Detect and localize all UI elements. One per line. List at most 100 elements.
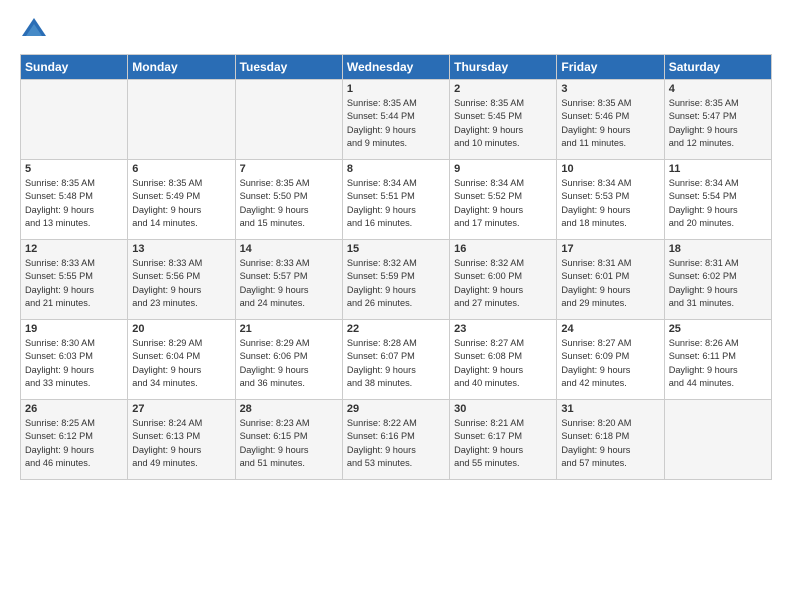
day-cell: 2 Sunrise: 8:35 AM Sunset: 5:45 PM Daylig…: [450, 80, 557, 160]
day-cell: 3 Sunrise: 8:35 AM Sunset: 5:46 PM Daylig…: [557, 80, 664, 160]
day-cell: 13Sunrise: 8:33 AM Sunset: 5:56 PM Dayli…: [128, 240, 235, 320]
week-row-2: 5Sunrise: 8:35 AM Sunset: 5:48 PM Daylig…: [21, 160, 772, 240]
day-info: Sunrise: 8:22 AM Sunset: 6:16 PM Dayligh…: [347, 417, 445, 470]
week-row-4: 19Sunrise: 8:30 AM Sunset: 6:03 PM Dayli…: [21, 320, 772, 400]
day-info: Sunrise: 8:35 AM Sunset: 5:50 PM Dayligh…: [240, 177, 338, 230]
day-number: 21: [240, 323, 338, 335]
day-number: 27: [132, 403, 230, 415]
day-number: 31: [561, 403, 659, 415]
day-cell: 22 Sunrise: 8:28 AM Sunset: 6:07 PM Dayli…: [342, 320, 449, 400]
day-info: Sunrise: 8:28 AM Sunset: 6:07 PM Dayligh…: [347, 337, 445, 390]
day-cell: 31Sunrise: 8:20 AM Sunset: 6:18 PM Dayli…: [557, 400, 664, 480]
day-number: 1: [347, 83, 445, 95]
day-info: Sunrise: 8:31 AM Sunset: 6:02 PM Dayligh…: [669, 257, 767, 310]
weekday-header-wednesday: Wednesday: [342, 55, 449, 80]
day-cell: 23 Sunrise: 8:27 AM Sunset: 6:08 PM Dayli…: [450, 320, 557, 400]
day-number: 12: [25, 243, 123, 255]
day-info: Sunrise: 8:34 AM Sunset: 5:51 PM Dayligh…: [347, 177, 445, 230]
day-number: 5: [25, 163, 123, 175]
day-number: 25: [669, 323, 767, 335]
week-row-3: 12Sunrise: 8:33 AM Sunset: 5:55 PM Dayli…: [21, 240, 772, 320]
day-cell: 9 Sunrise: 8:34 AM Sunset: 5:52 PM Daylig…: [450, 160, 557, 240]
day-info: Sunrise: 8:34 AM Sunset: 5:52 PM Dayligh…: [454, 177, 552, 230]
day-cell: 21 Sunrise: 8:29 AM Sunset: 6:06 PM Dayli…: [235, 320, 342, 400]
day-info: Sunrise: 8:26 AM Sunset: 6:11 PM Dayligh…: [669, 337, 767, 390]
day-cell: 27 Sunrise: 8:24 AM Sunset: 6:13 PM Dayli…: [128, 400, 235, 480]
day-info: Sunrise: 8:27 AM Sunset: 6:08 PM Dayligh…: [454, 337, 552, 390]
day-cell: 24 Sunrise: 8:27 AM Sunset: 6:09 PM Dayli…: [557, 320, 664, 400]
day-info: Sunrise: 8:33 AM Sunset: 5:57 PM Dayligh…: [240, 257, 338, 310]
day-cell: 12Sunrise: 8:33 AM Sunset: 5:55 PM Dayli…: [21, 240, 128, 320]
weekday-header-saturday: Saturday: [664, 55, 771, 80]
day-cell: 25 Sunrise: 8:26 AM Sunset: 6:11 PM Dayli…: [664, 320, 771, 400]
day-cell: 16 Sunrise: 8:32 AM Sunset: 6:00 PM Dayli…: [450, 240, 557, 320]
day-info: Sunrise: 8:21 AM Sunset: 6:17 PM Dayligh…: [454, 417, 552, 470]
day-number: 4: [669, 83, 767, 95]
day-cell: 19Sunrise: 8:30 AM Sunset: 6:03 PM Dayli…: [21, 320, 128, 400]
day-info: Sunrise: 8:34 AM Sunset: 5:53 PM Dayligh…: [561, 177, 659, 230]
day-cell: 14 Sunrise: 8:33 AM Sunset: 5:57 PM Dayli…: [235, 240, 342, 320]
day-number: 22: [347, 323, 445, 335]
day-info: Sunrise: 8:32 AM Sunset: 5:59 PM Dayligh…: [347, 257, 445, 310]
day-number: 11: [669, 163, 767, 175]
day-number: 14: [240, 243, 338, 255]
day-number: 28: [240, 403, 338, 415]
day-number: 3: [561, 83, 659, 95]
day-info: Sunrise: 8:35 AM Sunset: 5:46 PM Dayligh…: [561, 97, 659, 150]
day-info: Sunrise: 8:30 AM Sunset: 6:03 PM Dayligh…: [25, 337, 123, 390]
day-number: 23: [454, 323, 552, 335]
day-cell: 18 Sunrise: 8:31 AM Sunset: 6:02 PM Dayli…: [664, 240, 771, 320]
day-number: 29: [347, 403, 445, 415]
day-number: 7: [240, 163, 338, 175]
day-cell: 5Sunrise: 8:35 AM Sunset: 5:48 PM Daylig…: [21, 160, 128, 240]
day-number: 30: [454, 403, 552, 415]
day-info: Sunrise: 8:24 AM Sunset: 6:13 PM Dayligh…: [132, 417, 230, 470]
day-cell: 29 Sunrise: 8:22 AM Sunset: 6:16 PM Dayli…: [342, 400, 449, 480]
day-number: 18: [669, 243, 767, 255]
weekday-header-monday: Monday: [128, 55, 235, 80]
day-info: Sunrise: 8:29 AM Sunset: 6:06 PM Dayligh…: [240, 337, 338, 390]
day-number: 17: [561, 243, 659, 255]
day-info: Sunrise: 8:33 AM Sunset: 5:56 PM Dayligh…: [132, 257, 230, 310]
day-number: 6: [132, 163, 230, 175]
weekday-header-row: SundayMondayTuesdayWednesdayThursdayFrid…: [21, 55, 772, 80]
day-cell: 11Sunrise: 8:34 AM Sunset: 5:54 PM Dayli…: [664, 160, 771, 240]
day-cell: 8 Sunrise: 8:34 AM Sunset: 5:51 PM Daylig…: [342, 160, 449, 240]
day-number: 8: [347, 163, 445, 175]
day-cell: 15 Sunrise: 8:32 AM Sunset: 5:59 PM Dayli…: [342, 240, 449, 320]
day-number: 24: [561, 323, 659, 335]
week-row-1: 1 Sunrise: 8:35 AM Sunset: 5:44 PM Daylig…: [21, 80, 772, 160]
day-cell: [21, 80, 128, 160]
day-number: 9: [454, 163, 552, 175]
day-info: Sunrise: 8:35 AM Sunset: 5:49 PM Dayligh…: [132, 177, 230, 230]
weekday-header-sunday: Sunday: [21, 55, 128, 80]
day-cell: 26Sunrise: 8:25 AM Sunset: 6:12 PM Dayli…: [21, 400, 128, 480]
logo: [20, 16, 52, 44]
day-info: Sunrise: 8:35 AM Sunset: 5:44 PM Dayligh…: [347, 97, 445, 150]
day-cell: [128, 80, 235, 160]
weekday-header-thursday: Thursday: [450, 55, 557, 80]
weekday-header-tuesday: Tuesday: [235, 55, 342, 80]
day-cell: 1 Sunrise: 8:35 AM Sunset: 5:44 PM Daylig…: [342, 80, 449, 160]
day-cell: [235, 80, 342, 160]
day-cell: 4Sunrise: 8:35 AM Sunset: 5:47 PM Daylig…: [664, 80, 771, 160]
day-number: 10: [561, 163, 659, 175]
day-info: Sunrise: 8:32 AM Sunset: 6:00 PM Dayligh…: [454, 257, 552, 310]
day-info: Sunrise: 8:35 AM Sunset: 5:45 PM Dayligh…: [454, 97, 552, 150]
day-cell: 30 Sunrise: 8:21 AM Sunset: 6:17 PM Dayli…: [450, 400, 557, 480]
page: SundayMondayTuesdayWednesdayThursdayFrid…: [0, 0, 792, 612]
day-info: Sunrise: 8:31 AM Sunset: 6:01 PM Dayligh…: [561, 257, 659, 310]
day-number: 2: [454, 83, 552, 95]
calendar: SundayMondayTuesdayWednesdayThursdayFrid…: [20, 54, 772, 480]
header: [20, 16, 772, 44]
day-number: 16: [454, 243, 552, 255]
logo-icon: [20, 16, 48, 44]
day-cell: 28Sunrise: 8:23 AM Sunset: 6:15 PM Dayli…: [235, 400, 342, 480]
day-number: 20: [132, 323, 230, 335]
week-row-5: 26Sunrise: 8:25 AM Sunset: 6:12 PM Dayli…: [21, 400, 772, 480]
day-number: 15: [347, 243, 445, 255]
day-info: Sunrise: 8:27 AM Sunset: 6:09 PM Dayligh…: [561, 337, 659, 390]
day-cell: 20Sunrise: 8:29 AM Sunset: 6:04 PM Dayli…: [128, 320, 235, 400]
day-cell: 6 Sunrise: 8:35 AM Sunset: 5:49 PM Daylig…: [128, 160, 235, 240]
weekday-header-friday: Friday: [557, 55, 664, 80]
